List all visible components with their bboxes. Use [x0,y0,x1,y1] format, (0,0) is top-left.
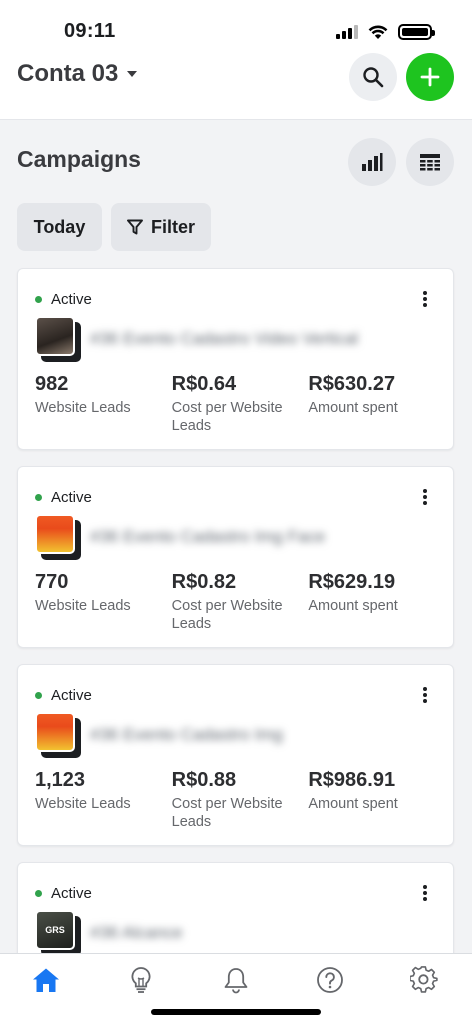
metric-value: R$630.27 [308,373,396,395]
status-label: Active [51,687,92,704]
metric-amount-spent: R$629.19 Amount spent [308,571,445,633]
campaign-card[interactable]: Active #36 Evento Cadastro Img 1,123 Web… [17,664,454,846]
more-options-icon[interactable] [419,685,431,705]
bar-chart-icon [362,153,383,171]
metric-value: 982 [35,373,69,395]
campaign-thumbnail [35,712,81,758]
date-range-label: Today [33,216,86,237]
nav-settings[interactable] [406,964,442,996]
metric-value: 770 [35,571,69,593]
status-badge: Active [35,291,92,308]
metric-cost-per-lead: R$0.82 Cost per Website Leads [172,571,309,633]
campaign-card[interactable]: Active #36 Evento Cadastro Img Face 770 … [17,466,454,648]
campaign-name[interactable]: #36 Evento Cadastro Img Face [90,525,325,549]
metric-value: R$986.91 [308,769,396,791]
campaign-metrics: 770 Website Leads R$0.82 Cost per Websit… [35,571,445,633]
metric-website-leads: 982 Website Leads [35,373,172,435]
plus-icon [420,67,440,87]
more-options-icon[interactable] [419,289,431,309]
nav-notifications[interactable] [218,964,254,996]
bell-icon [224,968,248,994]
search-icon [363,67,384,88]
metric-label: Website Leads [35,598,131,614]
campaign-name[interactable]: #36 Alcance [90,921,183,945]
metric-label: Cost per Website Leads [171,598,283,632]
campaign-thumbnail: GRS [35,910,81,956]
search-button[interactable] [349,53,397,101]
metric-cost-per-lead: R$0.88 Cost per Website Leads [172,769,309,831]
status-icons [336,24,435,40]
date-range-chip[interactable]: Today [17,203,102,251]
metric-label: Amount spent [308,598,398,614]
filter-chip[interactable]: Filter [111,203,211,251]
more-options-icon[interactable] [419,487,431,507]
metric-amount-spent: R$630.27 Amount spent [308,373,445,435]
campaign-thumbnail [35,316,81,362]
nav-home[interactable] [28,964,64,996]
status-dot [35,296,42,303]
metric-value: R$0.82 [171,571,237,593]
metric-label: Amount spent [308,796,398,812]
campaign-name[interactable]: #36 Evento Cadastro Img [90,723,283,747]
home-icon [33,968,59,992]
top-header: 09:11 Conta 03 [0,0,472,120]
metric-value: R$629.19 [308,571,396,593]
account-switcher[interactable]: Conta 03 [17,60,138,88]
table-icon [420,154,440,171]
nav-ideas[interactable] [123,964,159,996]
caret-down-icon [127,71,138,77]
metric-website-leads: 770 Website Leads [35,571,172,633]
metric-amount-spent: R$986.91 Amount spent [308,769,445,831]
table-view-button[interactable] [406,138,454,186]
lightbulb-icon [131,967,151,993]
chart-view-button[interactable] [348,138,396,186]
page-title: Campaigns [17,146,141,172]
more-options-icon[interactable] [419,883,431,903]
status-label: Active [51,291,92,308]
metric-label: Website Leads [35,400,131,416]
cellular-signal-icon [336,25,358,39]
status-time: 09:11 [64,20,116,42]
status-badge: Active [35,687,92,704]
nav-help[interactable] [312,964,348,996]
status-badge: Active [35,885,92,902]
campaign-name[interactable]: #36 Evento Cadastro Video Vertical [90,327,358,351]
gear-icon [410,966,438,993]
wifi-icon [368,25,388,39]
status-label: Active [51,489,92,506]
add-campaign-button[interactable] [406,53,454,101]
account-name: Conta 03 [17,60,119,87]
home-indicator [151,1009,321,1015]
battery-icon [398,24,435,40]
thumbnail-text: GRS [45,925,65,935]
metric-label: Amount spent [308,400,398,416]
status-dot [35,890,42,897]
campaign-metrics: 982 Website Leads R$0.64 Cost per Websit… [35,373,445,435]
metric-website-leads: 1,123 Website Leads [35,769,172,831]
campaign-card[interactable]: Active #36 Evento Cadastro Video Vertica… [17,268,454,450]
funnel-icon [127,219,143,235]
campaign-thumbnail [35,514,81,560]
metric-cost-per-lead: R$0.64 Cost per Website Leads [172,373,309,435]
metric-value: 1,123 [35,769,86,791]
status-label: Active [51,885,92,902]
metric-label: Website Leads [35,796,131,812]
help-icon [317,967,343,993]
campaign-metrics: 1,123 Website Leads R$0.88 Cost per Webs… [35,769,445,831]
filter-label: Filter [150,216,195,237]
metric-value: R$0.64 [171,373,237,395]
status-dot [35,494,42,501]
status-dot [35,692,42,699]
metric-value: R$0.88 [171,769,237,791]
metric-label: Cost per Website Leads [171,796,283,830]
status-badge: Active [35,489,92,506]
metric-label: Cost per Website Leads [171,400,283,434]
